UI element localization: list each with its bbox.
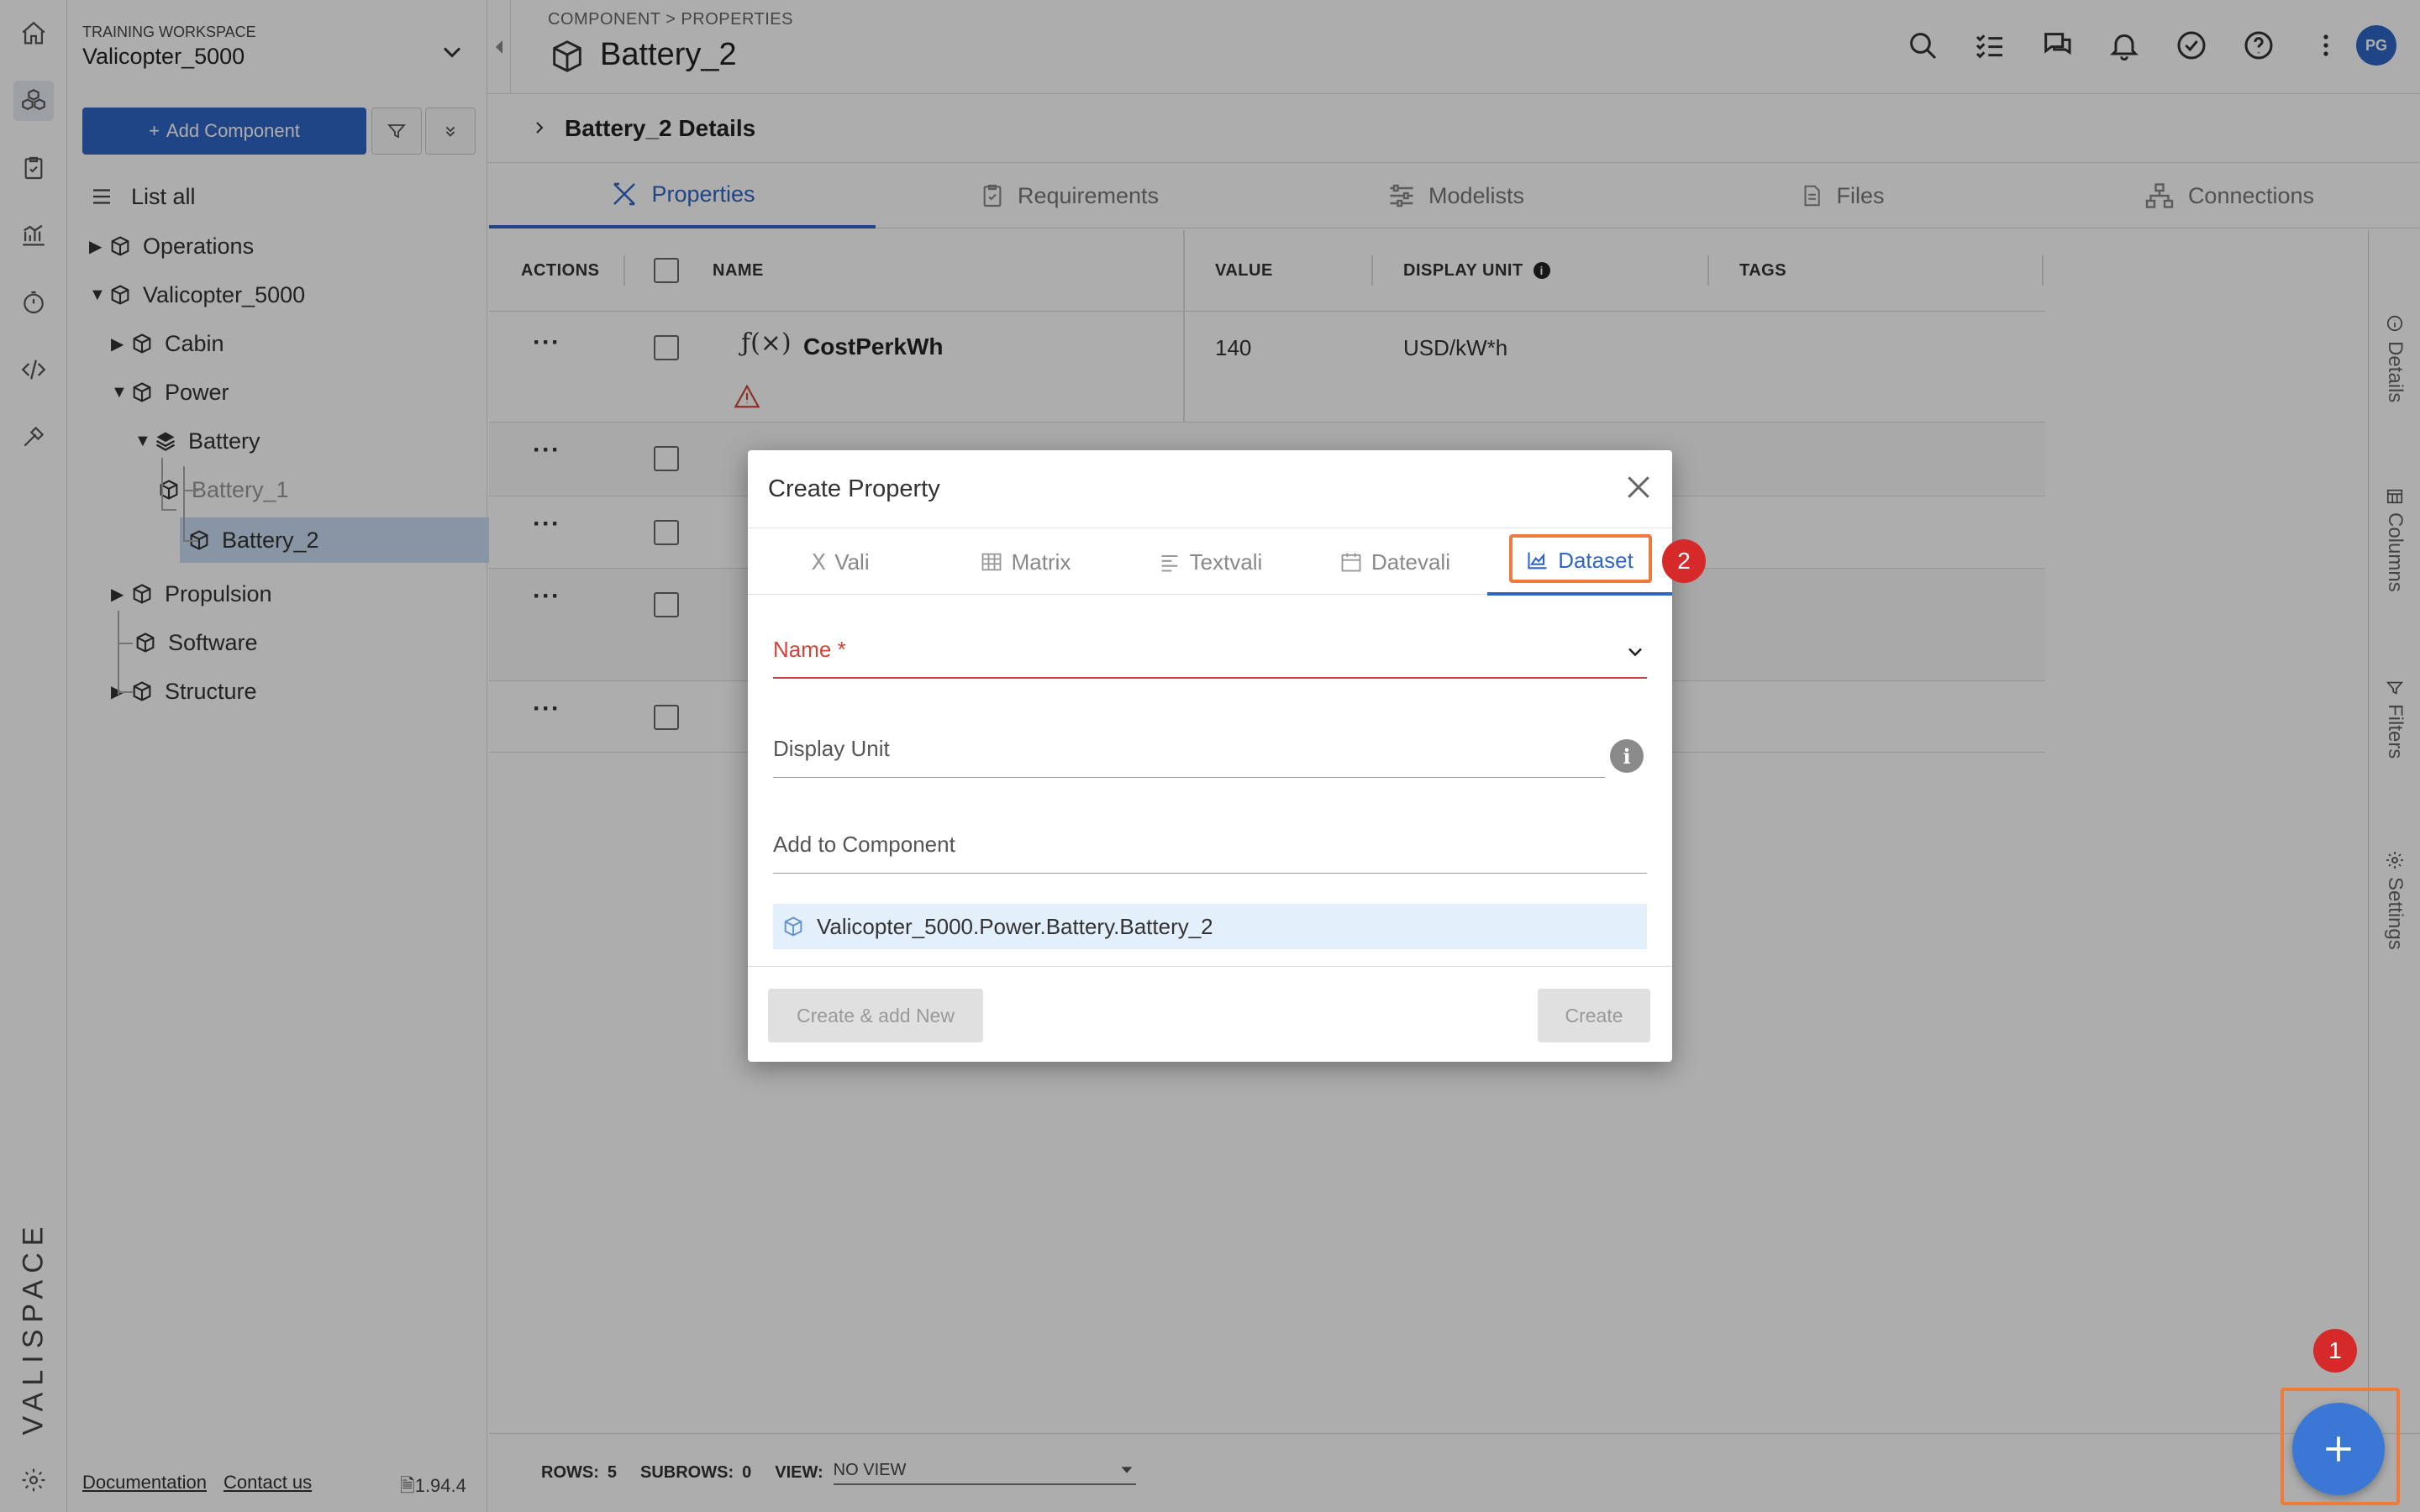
fab-highlight [2281, 1388, 2400, 1505]
tab-vali[interactable]: Ⅹ Vali [748, 528, 933, 596]
component-path-text: Valicopter_5000.Power.Battery.Battery_2 [817, 913, 1213, 939]
create-button[interactable]: Create [1538, 989, 1650, 1042]
tab-label: Textvali [1189, 549, 1263, 575]
dialog-actions: Create & add New Create [748, 966, 1672, 1062]
tab-label: Matrix [1011, 549, 1071, 575]
cube-icon [784, 916, 802, 937]
display-unit-label: Display Unit [773, 736, 890, 761]
name-field[interactable]: Name * [773, 637, 1647, 679]
step-badge-1: 1 [2313, 1329, 2357, 1373]
dataset-tab-highlight [1509, 534, 1652, 583]
name-label: Name * [773, 637, 846, 662]
selected-component-chip[interactable]: Valicopter_5000.Power.Battery.Battery_2 [773, 904, 1647, 949]
tab-label: Vali [834, 549, 870, 575]
text-lines-icon [1161, 554, 1177, 572]
info-icon[interactable]: i [1610, 739, 1644, 773]
step-badge-2: 2 [1662, 539, 1706, 583]
vali-icon: Ⅹ [811, 549, 827, 575]
calendar-icon [1341, 553, 1361, 572]
create-and-add-new-button[interactable]: Create & add New [768, 989, 983, 1042]
add-to-component-label: Add to Component [773, 832, 955, 857]
tab-datevali[interactable]: Datevali [1302, 528, 1487, 596]
close-icon[interactable] [1622, 470, 1655, 504]
tab-textvali[interactable]: Textvali [1118, 528, 1302, 596]
add-to-component-field[interactable]: Add to Component [773, 832, 1647, 874]
chevron-down-icon [1628, 648, 1642, 657]
tab-matrix[interactable]: Matrix [933, 528, 1118, 596]
dialog-title: Create Property [768, 475, 940, 502]
display-unit-field[interactable]: Display Unit [773, 736, 1605, 778]
table-icon [981, 553, 1002, 571]
tab-label: Datevali [1371, 549, 1450, 575]
